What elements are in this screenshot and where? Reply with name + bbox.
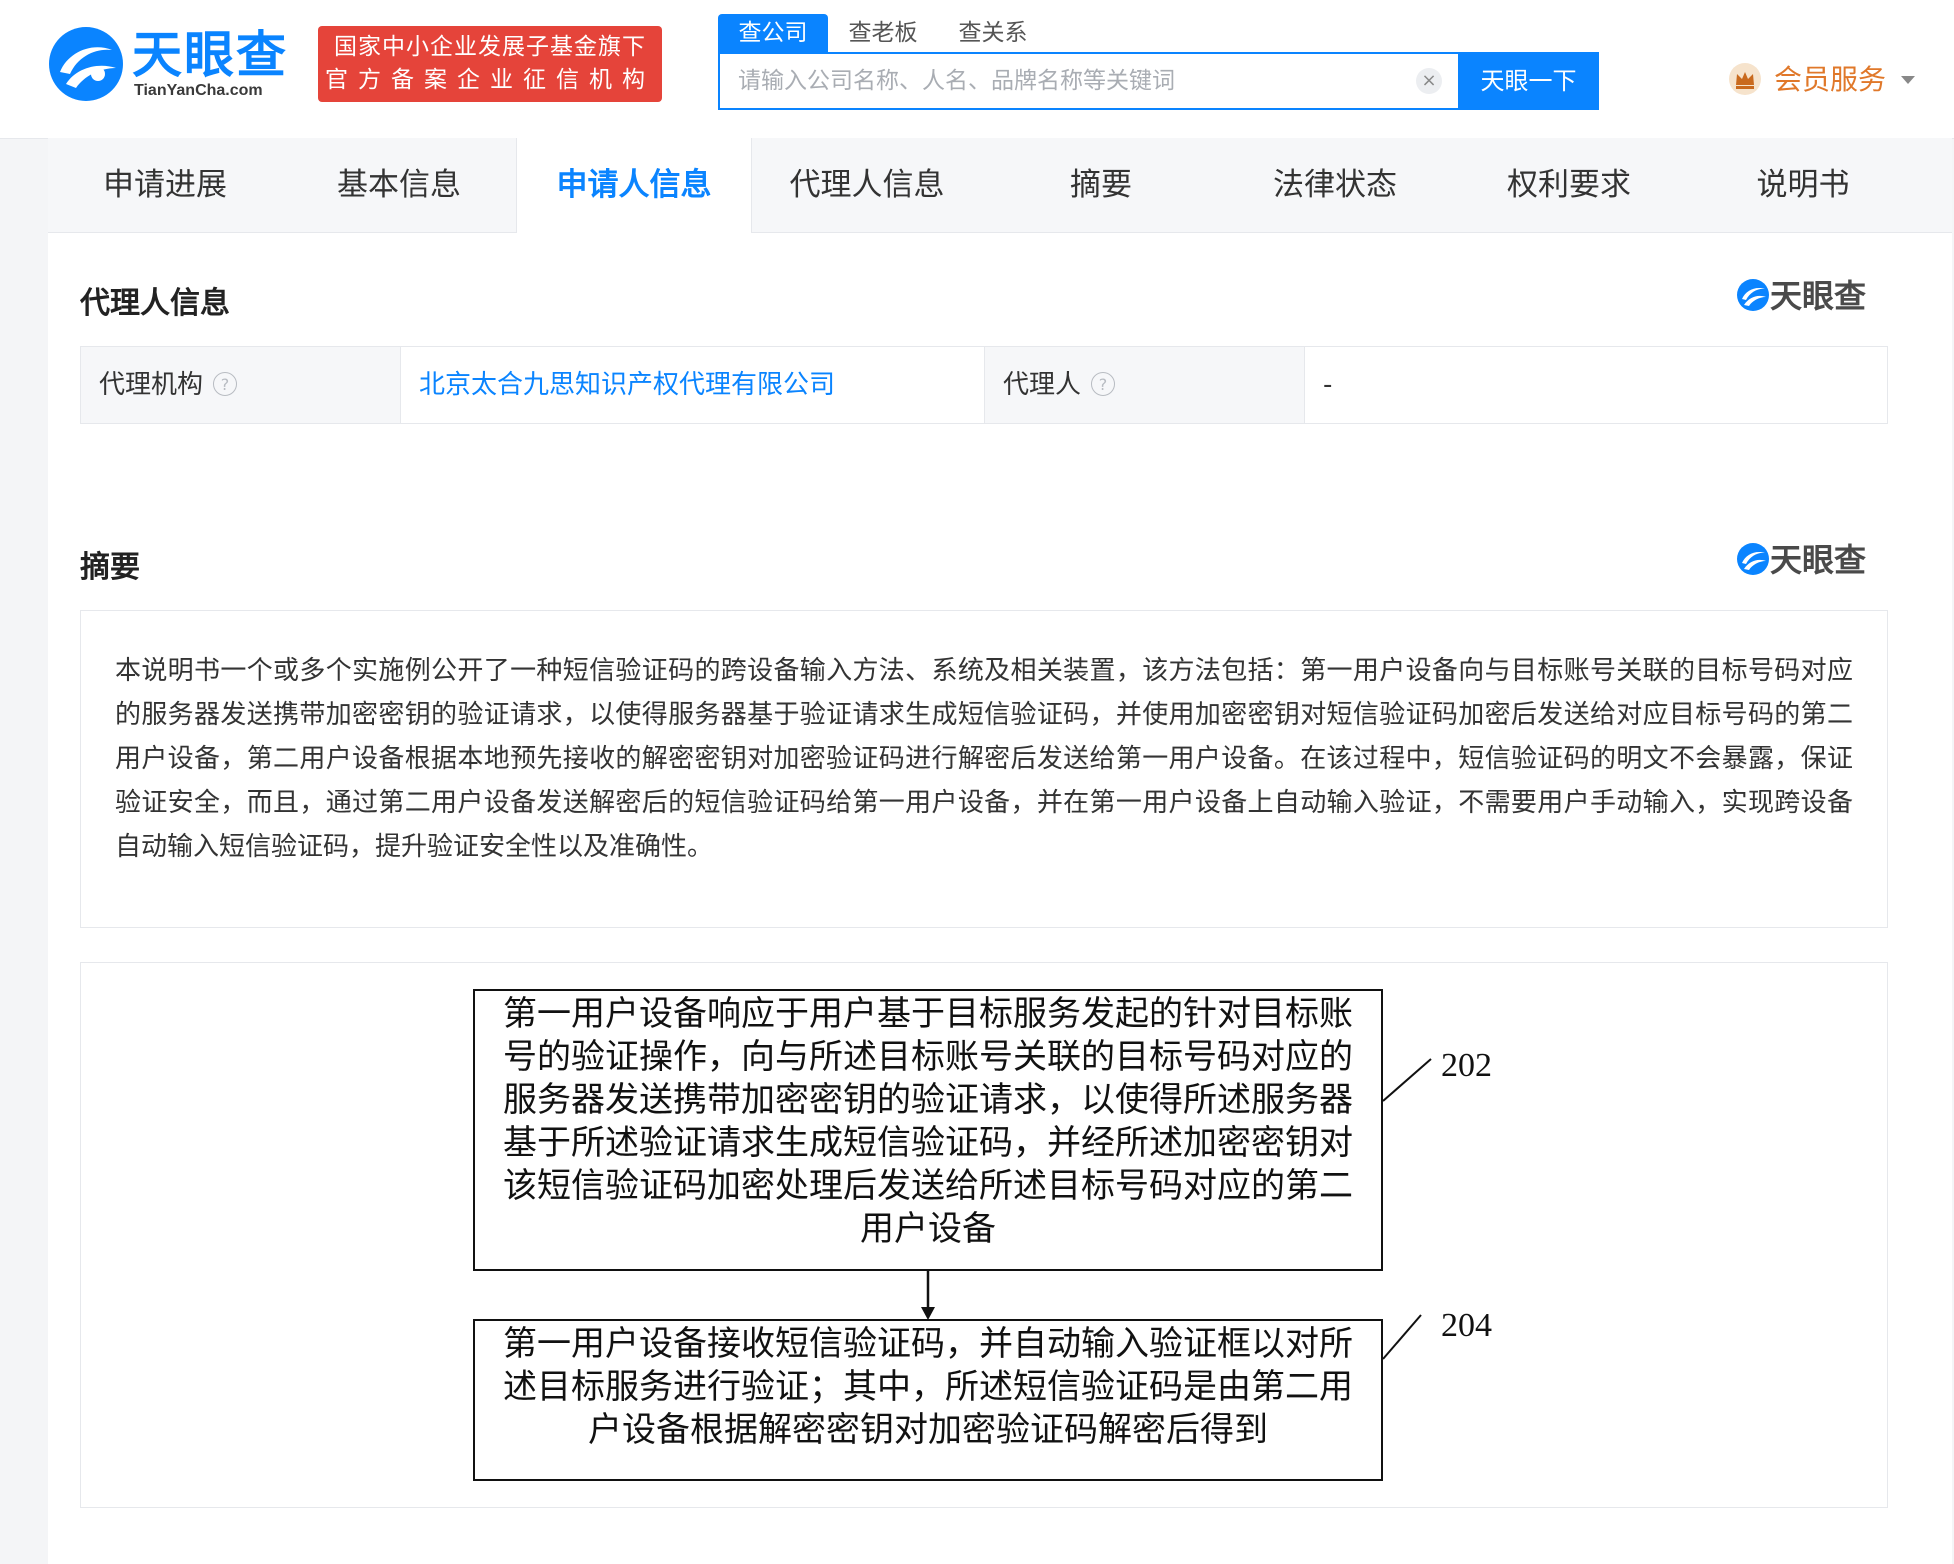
agency-link[interactable]: 北京太合九思知识产权代理有限公司 — [419, 370, 835, 400]
flow-arrow — [921, 1271, 935, 1320]
agent-info-table: 代理机构? 北京太合九思知识产权代理有限公司 代理人? - — [80, 346, 1888, 424]
search-bar: × 天眼一下 — [718, 52, 1599, 110]
watermark: 天眼查 — [1736, 276, 1886, 316]
section-tabs: 申请进展 基本信息 申请人信息 代理人信息 摘要 法律状态 权利要求 说明书 — [48, 138, 1952, 233]
search-tab-company[interactable]: 查公司 — [718, 14, 828, 52]
flow-label-202: 202 — [1441, 1047, 1492, 1084]
tab-legal-status[interactable]: 法律状态 — [1218, 138, 1452, 232]
top-header: 天眼查 TianYanCha.com 国家中小企业发展子基金旗下 官方备案企业征… — [0, 0, 1954, 139]
tab-abstract[interactable]: 摘要 — [984, 138, 1218, 232]
tab-description[interactable]: 说明书 — [1686, 138, 1920, 232]
agency-label: 代理机构 — [99, 370, 204, 400]
abstract-text-box: 本说明书一个或多个实施例公开了一种短信验证码的跨设备输入方法、系统及相关装置，该… — [80, 610, 1888, 928]
tianyancha-logo[interactable]: 天眼查 TianYanCha.com — [46, 24, 301, 104]
flow-label-204: 204 — [1441, 1307, 1492, 1344]
tab-claims[interactable]: 权利要求 — [1452, 138, 1686, 232]
tianyancha-logo-icon — [1737, 543, 1769, 575]
leader-line-202 — [1382, 1058, 1432, 1102]
agent-section-title: 代理人信息 — [80, 286, 230, 321]
tab-basic-info[interactable]: 基本信息 — [282, 138, 516, 232]
help-icon[interactable]: ? — [1091, 371, 1116, 396]
agent-value: - — [1323, 370, 1333, 400]
crown-icon — [1729, 63, 1761, 95]
patent-detail-panel: 申请进展 基本信息 申请人信息 代理人信息 摘要 法律状态 权利要求 说明书 代… — [48, 138, 1952, 1564]
help-icon[interactable]: ? — [213, 371, 238, 396]
leader-line-204 — [1382, 1314, 1422, 1360]
tianyancha-logo-icon — [49, 27, 123, 101]
agency-value-cell: 北京太合九思知识产权代理有限公司 — [401, 347, 985, 423]
badge-line-2: 官方备案企业征信机构 — [325, 67, 655, 93]
logo-text: 天眼查 — [132, 26, 288, 84]
watermark-text: 天眼查 — [1770, 541, 1867, 579]
tab-applicant-info[interactable]: 申请人信息 — [516, 138, 752, 233]
chevron-down-icon — [1901, 76, 1915, 84]
abstract-text: 本说明书一个或多个实施例公开了一种短信验证码的跨设备输入方法、系统及相关装置，该… — [115, 656, 1853, 862]
search-tab-boss[interactable]: 查老板 — [828, 14, 938, 52]
watermark-text: 天眼查 — [1770, 277, 1867, 315]
abstract-figure: 第一用户设备响应于用户基于目标服务发起的针对目标账 号的验证操作，向与所述目标账… — [80, 962, 1888, 1508]
member-service-label: 会员服务 — [1774, 63, 1887, 96]
flow-connectors — [921, 1058, 1432, 1360]
search-input[interactable] — [720, 54, 1440, 108]
agent-label-cell: 代理人? — [985, 347, 1305, 423]
tab-agent-info[interactable]: 代理人信息 — [750, 138, 984, 232]
official-badge: 国家中小企业发展子基金旗下 官方备案企业征信机构 — [318, 26, 662, 102]
search-tab-relation[interactable]: 查关系 — [938, 14, 1048, 52]
agent-label: 代理人 — [1003, 370, 1082, 400]
tianyancha-logo-icon — [1737, 279, 1769, 311]
clear-icon[interactable]: × — [1416, 68, 1442, 94]
abstract-section-title: 摘要 — [80, 550, 140, 585]
watermark: 天眼查 — [1736, 540, 1886, 580]
tab-application-progress[interactable]: 申请进展 — [48, 138, 282, 232]
logo-domain: TianYanCha.com — [134, 82, 263, 99]
badge-line-1: 国家中小企业发展子基金旗下 — [334, 34, 646, 60]
search-button[interactable]: 天眼一下 — [1458, 52, 1599, 110]
agent-value-cell: - — [1305, 347, 1887, 423]
agency-label-cell: 代理机构? — [81, 347, 401, 423]
